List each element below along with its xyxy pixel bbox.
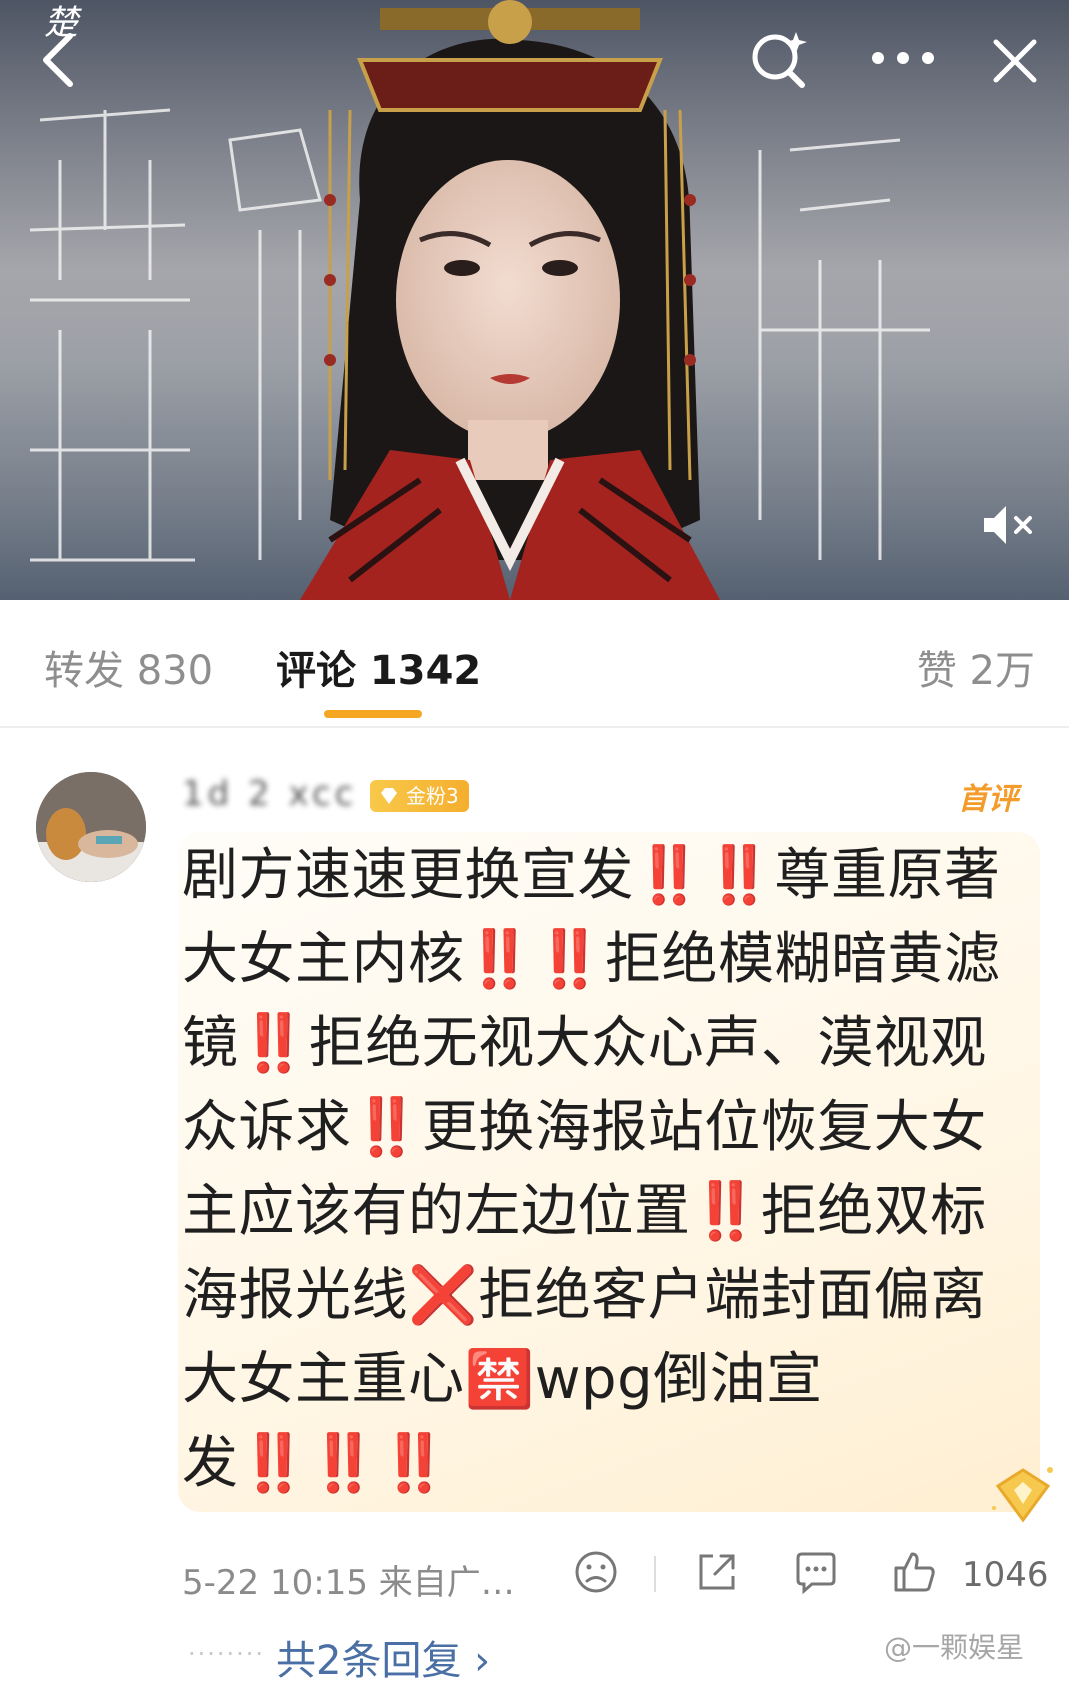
first-comment-tag: 首评 (958, 782, 1018, 817)
avatar[interactable] (36, 772, 146, 882)
tab-bar: 转发 830 评论 1342 赞 2万 (0, 600, 1069, 726)
comment-text: 剧方速速更换宣发‼️‼️尊重原著大女主内核‼️‼️拒绝模糊暗黄滤镜‼️拒绝无视大… (182, 843, 1001, 1496)
view-replies-link[interactable]: 共2条回复 › (276, 1628, 490, 1686)
avatar-image (36, 772, 146, 882)
share-icon[interactable] (693, 1548, 741, 1596)
separator (654, 1556, 656, 1592)
comment-meta: 5-22 10:15 来自广… (182, 1563, 515, 1603)
search-icon[interactable] (748, 28, 810, 90)
fan-level-badge: 金粉3 (370, 780, 469, 812)
mute-icon[interactable] (980, 500, 1040, 550)
like-icon[interactable] (890, 1548, 938, 1596)
bubble-decoration-icon (992, 1467, 1053, 1523)
active-tab-indicator (324, 710, 422, 718)
like-count: 1046 (962, 1555, 1049, 1595)
video-player[interactable]: 楚 (0, 0, 1069, 600)
divider (0, 726, 1069, 728)
close-icon[interactable] (990, 36, 1040, 86)
back-icon[interactable] (38, 30, 78, 90)
reply-dots: ········ (188, 1640, 266, 1668)
username[interactable]: 1d 2 xcc (182, 774, 360, 814)
dislike-icon[interactable] (572, 1548, 620, 1596)
tab-like[interactable]: 赞 2万 (917, 638, 1035, 696)
watermark: @一颗娱星 (884, 1631, 1025, 1664)
more-options-icon[interactable] (868, 40, 938, 76)
tab-repost[interactable]: 转发 830 (44, 638, 213, 696)
diamond-icon (381, 788, 397, 804)
reply-icon[interactable] (792, 1548, 840, 1596)
tab-comment[interactable]: 评论 1342 (276, 638, 481, 696)
drama-poster-image: 楚 (0, 0, 1069, 600)
